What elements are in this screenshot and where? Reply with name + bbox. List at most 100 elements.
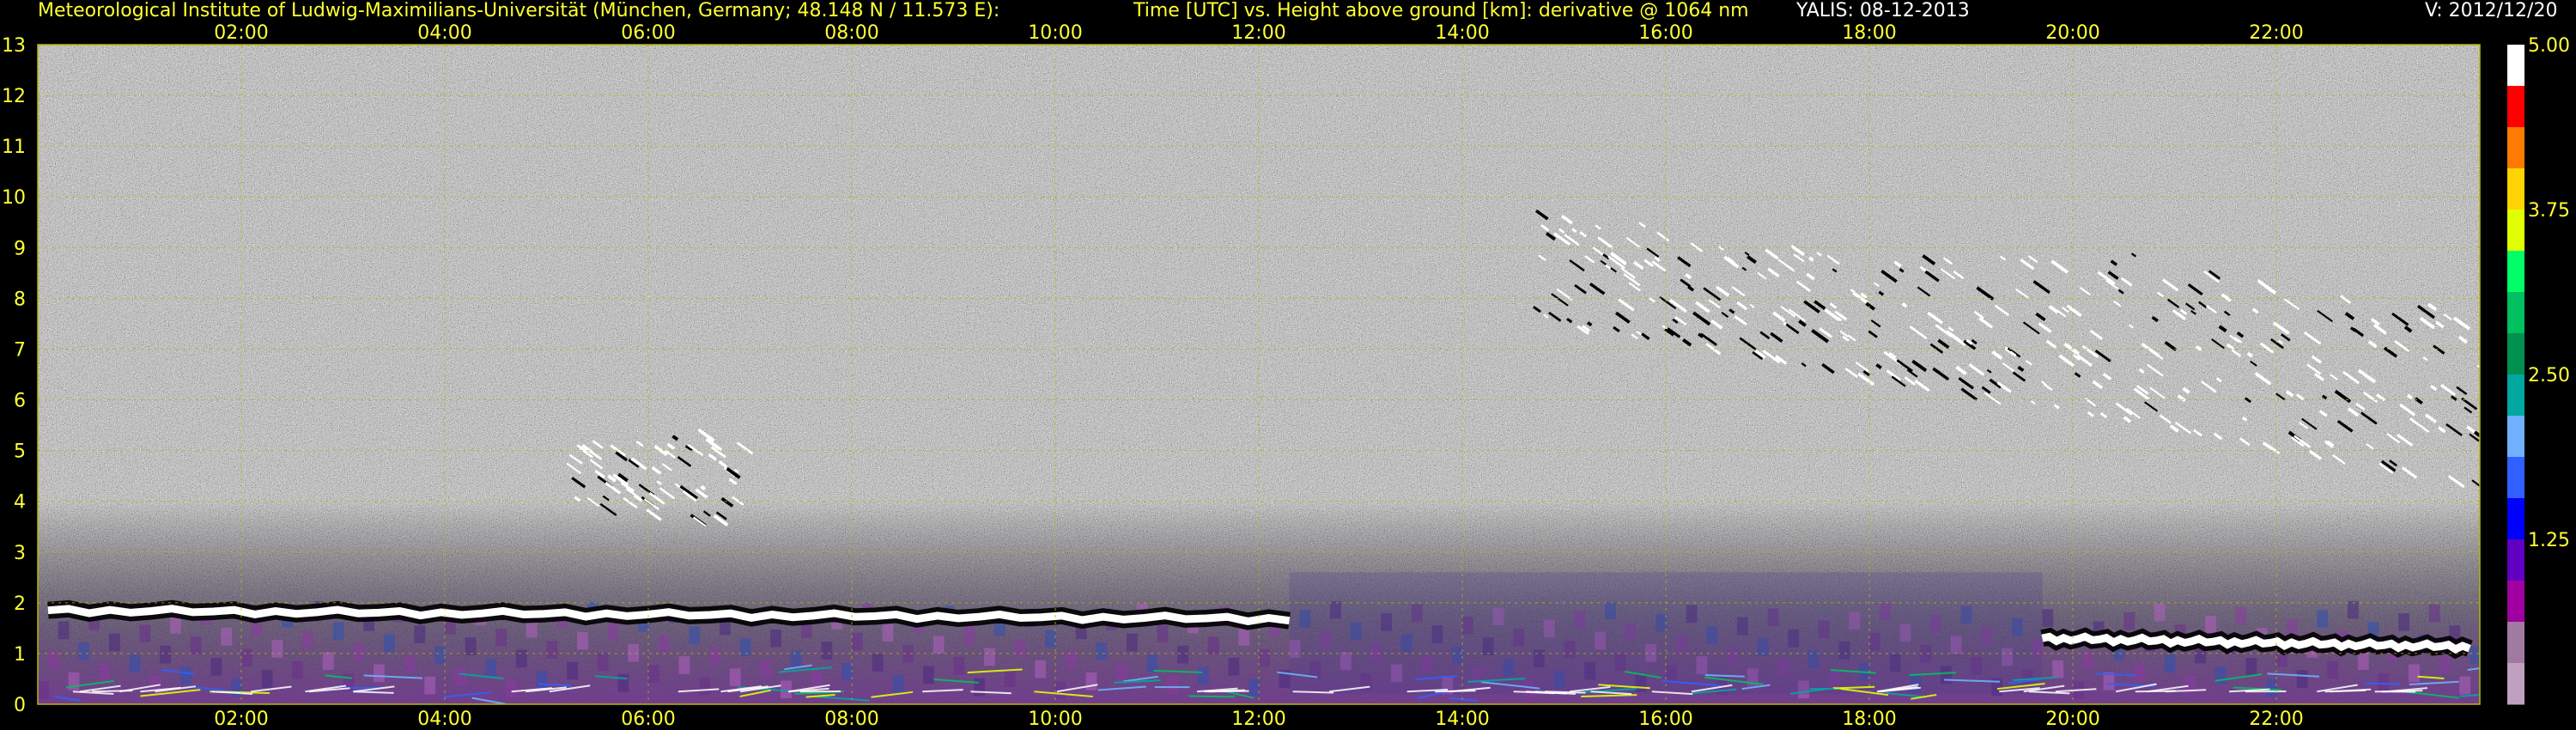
- boundary-layer-speckle: [1116, 663, 1127, 682]
- boundary-layer-speckle: [648, 665, 659, 684]
- y-tick-label: 10: [2, 187, 26, 209]
- boundary-layer-speckle: [2134, 663, 2145, 682]
- boundary-layer-speckle: [1096, 642, 1108, 660]
- boundary-layer-speckle: [2215, 666, 2227, 685]
- boundary-layer-speckle: [2398, 613, 2410, 631]
- boundary-layer-speckle: [139, 624, 151, 642]
- colorbar-segment: [2507, 581, 2524, 623]
- boundary-layer-speckle: [2439, 655, 2451, 673]
- boundary-layer-speckle: [99, 663, 110, 682]
- boundary-layer-speckle: [577, 631, 588, 650]
- boundary-layer-speckle: [374, 664, 385, 683]
- boundary-layer-speckle: [190, 636, 202, 655]
- colorbar-segment: [2507, 292, 2524, 334]
- x-tick-label-bottom: 04:00: [417, 709, 471, 730]
- boundary-layer-speckle: [567, 661, 579, 680]
- x-tick-label-top: 16:00: [1638, 22, 1692, 44]
- boundary-layer-speckle: [1035, 660, 1047, 678]
- boundary-layer-speckle: [1045, 630, 1056, 648]
- boundary-layer-speckle: [821, 642, 833, 660]
- boundary-layer-speckle: [689, 626, 701, 644]
- y-tick-label: 3: [14, 543, 26, 564]
- y-tick-label: 11: [2, 137, 26, 158]
- boundary-layer-speckle: [2245, 658, 2257, 676]
- boundary-layer-speckle: [434, 646, 446, 665]
- boundary-layer-speckle: [2357, 652, 2369, 671]
- boundary-layer-speckle: [2042, 609, 2054, 627]
- boundary-layer-speckle: [2428, 604, 2440, 623]
- boundary-layer-speckle: [332, 622, 344, 641]
- boundary-layer-speckle: [465, 637, 477, 656]
- boundary-layer-speckle: [2459, 676, 2471, 695]
- plot-area: [38, 45, 2480, 704]
- colorbar-segment: [2507, 622, 2524, 664]
- boundary-layer-speckle: [58, 621, 70, 640]
- x-tick-label-bottom: 12:00: [1231, 709, 1285, 730]
- boundary-layer-speckle: [699, 677, 711, 696]
- colorbar-segment: [2507, 374, 2524, 417]
- boundary-layer-speckle: [353, 642, 365, 661]
- boundary-layer-speckle: [781, 680, 792, 699]
- boundary-layer-speckle: [2296, 670, 2308, 688]
- boundary-layer-speckle: [1146, 654, 1158, 672]
- y-tick-label: 9: [14, 238, 26, 259]
- colorbar-segment: [2507, 127, 2524, 169]
- y-tick-label: 12: [2, 86, 26, 107]
- boundary-layer-speckle: [2082, 651, 2094, 670]
- boundary-layer-speckle: [1004, 669, 1016, 687]
- boundary-layer-speckle: [1207, 636, 1219, 655]
- boundary-layer-speckle: [47, 651, 59, 670]
- boundary-layer-speckle: [922, 666, 934, 684]
- colorbar-segment: [2507, 168, 2524, 210]
- boundary-layer-speckle: [2154, 603, 2166, 622]
- boundary-layer-speckle: [2266, 678, 2277, 697]
- boundary-layer-speckle: [38, 681, 49, 700]
- x-axis-bottom: 02:00 04:00 06:00 08:00 10:00 12:00 14:00 16:00…: [214, 709, 2303, 730]
- boundary-layer-speckle: [322, 652, 334, 671]
- boundary-layer-speckle: [658, 635, 670, 654]
- boundary-layer-speckle: [1085, 672, 1097, 690]
- colorbar-label: 3.75: [2528, 200, 2570, 222]
- boundary-layer-speckle: [892, 674, 904, 693]
- boundary-layer-speckle: [454, 667, 466, 686]
- colorbar-segment: [2507, 210, 2524, 252]
- surface-layer-streak: [1208, 690, 1249, 693]
- boundary-layer-speckle: [1157, 624, 1169, 642]
- boundary-layer-speckle: [1014, 639, 1026, 657]
- y-tick-label: 6: [14, 391, 26, 412]
- colorbar-segment: [2507, 498, 2524, 540]
- boundary-layer-speckle: [974, 678, 986, 697]
- boundary-layer-speckle: [546, 641, 558, 659]
- boundary-layer-speckle: [790, 650, 802, 669]
- y-tick-label: 5: [14, 441, 26, 463]
- colorbar-segment: [2507, 251, 2524, 293]
- boundary-layer-speckle: [241, 648, 252, 667]
- x-tick-label-bottom: 02:00: [214, 709, 268, 730]
- surface-layer-streak: [1435, 690, 1476, 693]
- x-tick-label-top: 06:00: [621, 22, 675, 44]
- boundary-layer-speckle: [1167, 675, 1179, 694]
- y-tick-label: 1: [14, 644, 26, 666]
- boundary-layer-speckle: [1259, 648, 1270, 667]
- x-tick-label-top: 22:00: [2249, 22, 2303, 44]
- y-tick-label: 7: [14, 339, 26, 361]
- y-tick-label: 8: [14, 289, 26, 310]
- boundary-layer-speckle: [404, 655, 416, 673]
- boundary-layer-speckle: [2317, 610, 2329, 628]
- boundary-layer-speckle: [872, 654, 884, 672]
- lidar-chart: 02:00 04:00 06:00 08:00 10:00 12:00 14:00 16:00…: [2, 22, 2570, 730]
- boundary-layer-speckle: [495, 628, 507, 647]
- boundary-layer-speckle: [1238, 628, 1250, 646]
- boundary-layer-speckle: [2378, 672, 2390, 691]
- x-tick-label-bottom: 10:00: [1028, 709, 1082, 730]
- x-tick-label-top: 14:00: [1435, 22, 1489, 44]
- x-tick-label-bottom: 14:00: [1435, 709, 1489, 730]
- boundary-layer-speckle: [78, 642, 90, 660]
- colorbar-label: 1.25: [2528, 530, 2570, 551]
- boundary-layer-speckle: [729, 668, 741, 686]
- colorbar-label: 5.00: [2528, 35, 2570, 57]
- boundary-layer-speckle: [292, 660, 304, 679]
- boundary-layer-speckle: [515, 649, 527, 668]
- boundary-layer-speckle: [1065, 651, 1077, 670]
- boundary-layer-speckle: [261, 670, 273, 688]
